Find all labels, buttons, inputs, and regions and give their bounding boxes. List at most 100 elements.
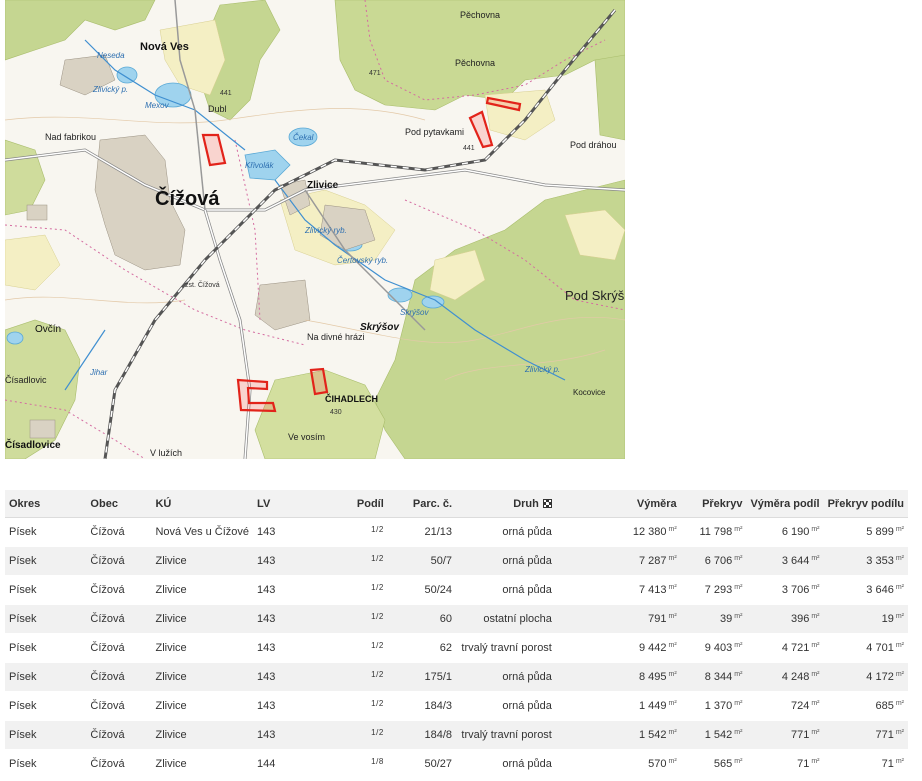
cell-parc: 175/1 bbox=[387, 662, 456, 692]
cell-podil-value: 1/2 bbox=[371, 641, 384, 650]
cell-parc-value: 50/24 bbox=[424, 584, 452, 596]
col-okres[interactable]: Okres bbox=[5, 490, 87, 518]
cell-vymera: 570 m² bbox=[555, 749, 681, 779]
col-vymera-podil[interactable]: Výměra podíl bbox=[746, 490, 824, 518]
table-row[interactable]: Písek Čížová Zlivice 143 1/2 50/24 orná půda 7 … bbox=[5, 575, 908, 605]
label-pod-drahou: Pod dráhou bbox=[570, 140, 617, 150]
cell-ku: Zlivice bbox=[151, 575, 254, 605]
cell-parc: 184/3 bbox=[387, 691, 456, 721]
col-parc[interactable]: Parc. č. bbox=[387, 490, 456, 518]
cell-okres-value: Písek bbox=[9, 642, 37, 654]
cell-vymera: 12 380 m² bbox=[555, 517, 681, 547]
cell-ku-value: Zlivice bbox=[155, 613, 187, 625]
unit-label: m² bbox=[811, 642, 820, 649]
cell-druh-value: orná půda bbox=[502, 700, 552, 712]
cell-vymera-podil: 71 m² bbox=[746, 749, 824, 779]
table-body: Písek Čížová Nová Ves u Čížové 143 1/2 21/13 o… bbox=[5, 517, 908, 779]
cell-lv: 143 bbox=[253, 662, 291, 692]
cell-vymera: 1 449 m² bbox=[555, 691, 681, 721]
table-row[interactable]: Písek Čížová Nová Ves u Čížové 143 1/2 21/13 o… bbox=[5, 517, 908, 547]
cell-podil-value: 1/2 bbox=[371, 583, 384, 592]
table-row[interactable]: Písek Čížová Zlivice 143 1/2 60 ostatní plocha… bbox=[5, 604, 908, 634]
map-view[interactable]: Nová Ves Pěchovna Pěchovna Neseda Zlivic… bbox=[5, 0, 625, 459]
cell-okres: Písek bbox=[5, 517, 87, 547]
col-podil[interactable]: Podíl bbox=[290, 490, 388, 518]
label-dubl: Dubl bbox=[208, 104, 227, 114]
label-cekal: Čekal bbox=[293, 133, 314, 142]
label-v-luzich: V lužích bbox=[150, 448, 182, 458]
cell-lv-value: 143 bbox=[257, 613, 276, 625]
cell-obec: Čížová bbox=[86, 691, 152, 721]
cell-vymera: 9 442 m² bbox=[555, 633, 681, 663]
parcel-62 bbox=[309, 367, 329, 396]
cell-prekryv-value: 39 bbox=[720, 613, 733, 625]
label-neseda: Neseda bbox=[97, 51, 125, 60]
cell-ku-value: Zlivice bbox=[155, 642, 187, 654]
col-prekryv[interactable]: Překryv bbox=[680, 490, 747, 518]
cell-vymera-value: 791 bbox=[648, 613, 667, 625]
cell-vymera-value: 1 449 bbox=[638, 700, 667, 712]
cell-prekryv-podilu-value: 5 899 bbox=[866, 526, 894, 538]
label-cizova: Čížová bbox=[155, 186, 220, 210]
unit-label: m² bbox=[895, 758, 904, 765]
cell-parc: 60 bbox=[387, 604, 456, 634]
label-skrysov-ryb: Skrýšov bbox=[400, 308, 429, 317]
unit-label: m² bbox=[734, 758, 743, 765]
cell-okres-value: Písek bbox=[9, 758, 37, 770]
col-ku[interactable]: KÚ bbox=[151, 490, 254, 518]
cell-prekryv-value: 11 798 bbox=[699, 526, 733, 538]
label-cisadlovic: Čísadlovic bbox=[5, 375, 47, 385]
cell-lv: 143 bbox=[253, 546, 291, 576]
table-row[interactable]: Písek Čížová Zlivice 143 1/2 184/8 trvalý trav… bbox=[5, 720, 908, 750]
cell-ku: Zlivice bbox=[151, 546, 254, 576]
col-druh-label: Druh bbox=[513, 497, 539, 510]
table-row[interactable]: Písek Čížová Zlivice 143 1/2 175/1 orná půda 8 … bbox=[5, 662, 908, 692]
checkered-filter-icon[interactable] bbox=[542, 498, 552, 508]
label-mexov: Mexov bbox=[145, 101, 170, 110]
label-zst-cizova: žst. Čížová bbox=[185, 280, 220, 289]
col-druh[interactable]: Druh bbox=[456, 490, 556, 518]
cell-vymera-podil: 771 m² bbox=[746, 720, 824, 750]
unit-label: m² bbox=[895, 526, 904, 533]
table-row[interactable]: Písek Čížová Zlivice 144 1/8 50/27 orná půda 57… bbox=[5, 749, 908, 779]
cell-vymera-podil: 724 m² bbox=[746, 691, 824, 721]
table-row[interactable]: Písek Čížová Zlivice 143 1/2 50/7 orná půda 7 2… bbox=[5, 546, 908, 576]
cell-vymera-podil: 396 m² bbox=[746, 604, 824, 634]
label-zlivicky-p-2: Zlivický p. bbox=[524, 365, 560, 374]
cell-ku-value: Zlivice bbox=[155, 671, 187, 683]
label-zlivicky-p-1: Zlivický p. bbox=[92, 85, 128, 94]
table-header-row: Okres Obec KÚ LV Podíl Parc. č. Druh Vým… bbox=[5, 490, 908, 518]
unit-label: m² bbox=[811, 613, 820, 620]
col-vymera[interactable]: Výměra bbox=[555, 490, 681, 518]
cell-prekryv-podilu-value: 4 172 bbox=[866, 671, 894, 683]
unit-label: m² bbox=[895, 700, 904, 707]
cell-vymera: 1 542 m² bbox=[555, 720, 681, 750]
cell-ku: Zlivice bbox=[151, 720, 254, 750]
label-ovcin: Ovčín bbox=[35, 324, 61, 335]
unit-label: m² bbox=[811, 671, 820, 678]
col-obec[interactable]: Obec bbox=[86, 490, 152, 518]
cell-prekryv-value: 8 344 bbox=[704, 671, 733, 683]
col-prekryv-podilu[interactable]: Překryv podílu bbox=[823, 490, 908, 518]
cell-podil: 1/8 bbox=[290, 749, 388, 779]
cell-obec-value: Čížová bbox=[90, 555, 125, 567]
cell-parc-value: 60 bbox=[439, 613, 452, 625]
cell-obec-value: Čížová bbox=[90, 584, 125, 596]
cell-podil-value: 1/2 bbox=[371, 670, 384, 679]
table-row[interactable]: Písek Čížová Zlivice 143 1/2 184/3 orná půda 1 … bbox=[5, 691, 908, 721]
unit-label: m² bbox=[734, 642, 743, 649]
unit-label: m² bbox=[734, 729, 743, 736]
cell-parc-value: 21/13 bbox=[424, 526, 452, 538]
col-lv[interactable]: LV bbox=[253, 490, 291, 518]
table-row[interactable]: Písek Čížová Zlivice 143 1/2 62 trvalý travní … bbox=[5, 633, 908, 663]
cell-ku: Zlivice bbox=[151, 749, 254, 779]
cell-vymera-podil: 4 721 m² bbox=[746, 633, 824, 663]
cell-druh: ostatní plocha bbox=[456, 604, 556, 634]
cell-obec: Čížová bbox=[86, 720, 152, 750]
cell-okres: Písek bbox=[5, 546, 87, 576]
cell-vymera-podil-value: 71 bbox=[797, 758, 810, 770]
cell-parc: 50/7 bbox=[387, 546, 456, 576]
cell-prekryv: 1 370 m² bbox=[680, 691, 747, 721]
unit-label: m² bbox=[734, 555, 743, 562]
cell-druh: trvalý travní porost bbox=[456, 720, 556, 750]
